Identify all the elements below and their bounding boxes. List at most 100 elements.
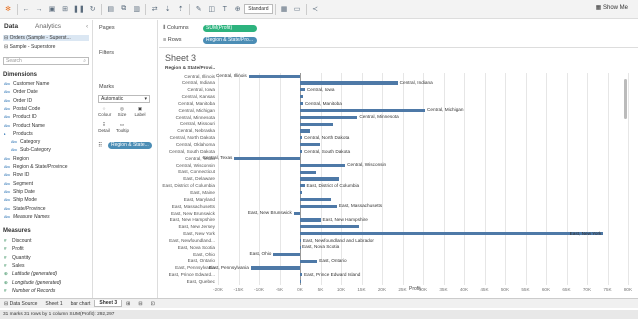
bar[interactable] bbox=[300, 81, 398, 85]
present-icon[interactable]: ▭ bbox=[292, 3, 302, 16]
new-story-tab-icon[interactable]: ⊡ bbox=[147, 301, 159, 307]
group-icon[interactable]: ◫ bbox=[207, 3, 217, 16]
label-icon[interactable]: T bbox=[220, 3, 230, 16]
dimension-field[interactable]: Abc Product ID bbox=[4, 114, 37, 120]
dimension-field[interactable]: Abc Measure Names bbox=[4, 214, 50, 220]
dimension-field[interactable]: Abc Region bbox=[4, 156, 29, 162]
rows-pill[interactable]: Region & State/Pro... bbox=[203, 37, 257, 44]
dimension-field[interactable]: Abc Sub-Category bbox=[11, 147, 51, 153]
swap-icon[interactable]: ⇄ bbox=[150, 3, 160, 16]
marks-pill[interactable]: Region & State... bbox=[108, 142, 152, 149]
fix-axes-icon[interactable]: ⊕ bbox=[233, 3, 243, 16]
bar[interactable] bbox=[300, 280, 301, 284]
tableau-logo-icon[interactable]: ✻ bbox=[3, 3, 13, 16]
dimension-field[interactable]: Abc Customer Name bbox=[4, 81, 49, 87]
show-me-button[interactable]: ▦ Show Me bbox=[596, 4, 628, 11]
bar[interactable] bbox=[300, 102, 303, 106]
datasource-item[interactable]: ⊟ Orders (Sample - Superst... bbox=[3, 35, 89, 41]
size-button[interactable]: ◎ Size bbox=[116, 106, 128, 117]
bar[interactable] bbox=[300, 143, 320, 147]
bar[interactable] bbox=[300, 239, 301, 243]
bar[interactable] bbox=[273, 252, 300, 256]
bar[interactable] bbox=[300, 273, 303, 277]
bar[interactable] bbox=[300, 149, 303, 154]
bar[interactable] bbox=[300, 191, 303, 195]
bar[interactable] bbox=[293, 211, 300, 215]
measure-field[interactable]: # Number of Records bbox=[4, 288, 55, 294]
bar[interactable] bbox=[250, 266, 300, 270]
dimension-field[interactable]: Abc Order Date bbox=[4, 89, 38, 95]
pause-icon[interactable]: ❚❚ bbox=[73, 3, 85, 16]
dimension-field[interactable]: Abc Ship Mode bbox=[4, 197, 37, 203]
search-input[interactable]: Search ⌕ bbox=[3, 57, 89, 65]
bar[interactable] bbox=[300, 225, 360, 229]
bar[interactable] bbox=[300, 136, 303, 140]
bar[interactable] bbox=[300, 184, 305, 188]
sort-desc-icon[interactable]: ⇡ bbox=[176, 3, 186, 16]
measure-field[interactable]: # Discount bbox=[4, 238, 31, 244]
bar[interactable] bbox=[300, 177, 339, 181]
bar[interactable] bbox=[300, 95, 304, 99]
tooltip-button[interactable]: ▭ Tooltip bbox=[116, 122, 129, 133]
label-button[interactable]: ▣ Label bbox=[134, 106, 146, 117]
dimension-field[interactable]: Abc Order ID bbox=[4, 98, 32, 104]
dimension-field[interactable]: Abc Product Name bbox=[4, 123, 45, 129]
dimension-field[interactable]: ▸ Products bbox=[4, 131, 33, 137]
tab-bar-chart[interactable]: bar chart bbox=[67, 301, 95, 307]
measure-field[interactable]: ⊕ Longitude (generated) bbox=[4, 280, 61, 286]
dimension-field[interactable]: Abc Row ID bbox=[4, 172, 29, 178]
bar[interactable] bbox=[248, 74, 300, 78]
highlight-icon[interactable]: ✎ bbox=[194, 3, 204, 16]
fit-mode-select[interactable]: Standard bbox=[244, 4, 273, 14]
dimension-field[interactable]: Abc Ship Date bbox=[4, 189, 35, 195]
new-dashboard-tab-icon[interactable]: ⊟ bbox=[134, 301, 146, 307]
dimension-field[interactable]: Abc Postal Code bbox=[4, 106, 40, 112]
bar[interactable] bbox=[300, 122, 333, 126]
measure-field[interactable]: # Sales bbox=[4, 263, 25, 269]
measure-field[interactable]: # Quantity bbox=[4, 255, 31, 261]
bar[interactable] bbox=[300, 259, 318, 263]
save-icon[interactable]: ▣ bbox=[47, 3, 57, 16]
dimension-field[interactable]: Abc State/Province bbox=[4, 206, 46, 212]
dimension-field[interactable]: Abc Category bbox=[11, 139, 40, 145]
bar[interactable] bbox=[234, 156, 300, 160]
collapse-icon[interactable]: ‹ bbox=[86, 23, 88, 30]
bar[interactable] bbox=[300, 129, 311, 133]
duplicate-sheet-icon[interactable]: ⧉ bbox=[119, 3, 129, 16]
dimension-field[interactable]: Abc Region & State/Province bbox=[4, 164, 67, 170]
bar[interactable] bbox=[300, 197, 331, 202]
tab-sheet-3[interactable]: Sheet 3 bbox=[94, 300, 123, 307]
vertical-scrollbar[interactable] bbox=[624, 79, 627, 119]
bar[interactable] bbox=[300, 163, 346, 167]
bar[interactable] bbox=[300, 170, 317, 174]
clear-sheet-icon[interactable]: ▥ bbox=[132, 3, 142, 16]
detail-button[interactable]: ⠿ Detail bbox=[98, 122, 110, 133]
bar[interactable] bbox=[300, 108, 426, 113]
new-sheet-tab-icon[interactable]: ⊞ bbox=[122, 301, 134, 307]
tab-sheet-1[interactable]: Sheet 1 bbox=[41, 301, 66, 307]
colour-button[interactable]: ⁘ Colour bbox=[98, 106, 111, 117]
bar[interactable] bbox=[300, 218, 321, 222]
new-datasource-icon[interactable]: ⊞ bbox=[60, 3, 70, 16]
dimension-field[interactable]: Abc Segment bbox=[4, 181, 33, 187]
bar[interactable] bbox=[300, 232, 604, 236]
datasource-item[interactable]: ⊟ Sample - Superstore bbox=[4, 44, 55, 50]
tab-data-source[interactable]: ⊟ Data Source bbox=[0, 301, 41, 307]
redo-icon[interactable]: → bbox=[34, 3, 44, 16]
measure-field[interactable]: # Profit bbox=[4, 246, 24, 252]
bar[interactable] bbox=[300, 88, 305, 92]
tab-data[interactable]: Data bbox=[4, 23, 18, 30]
sort-asc-icon[interactable]: ⇣ bbox=[163, 3, 173, 16]
bar[interactable] bbox=[300, 245, 301, 250]
measure-field[interactable]: ⊕ Latitude (generated) bbox=[4, 271, 57, 277]
tab-analytics[interactable]: Analytics bbox=[35, 23, 61, 30]
mark-type-select[interactable]: Automatic ▾ bbox=[98, 95, 150, 103]
refresh-icon[interactable]: ↻ bbox=[88, 3, 98, 16]
bar[interactable] bbox=[300, 204, 337, 208]
columns-pill[interactable]: SUM(Profit) bbox=[203, 25, 257, 32]
new-sheet-icon[interactable]: ▤ bbox=[106, 3, 116, 16]
show-cards-icon[interactable]: ▦ bbox=[279, 3, 289, 16]
share-icon[interactable]: ≺ bbox=[310, 3, 320, 16]
undo-icon[interactable]: ← bbox=[21, 3, 31, 16]
bar[interactable] bbox=[300, 115, 358, 119]
